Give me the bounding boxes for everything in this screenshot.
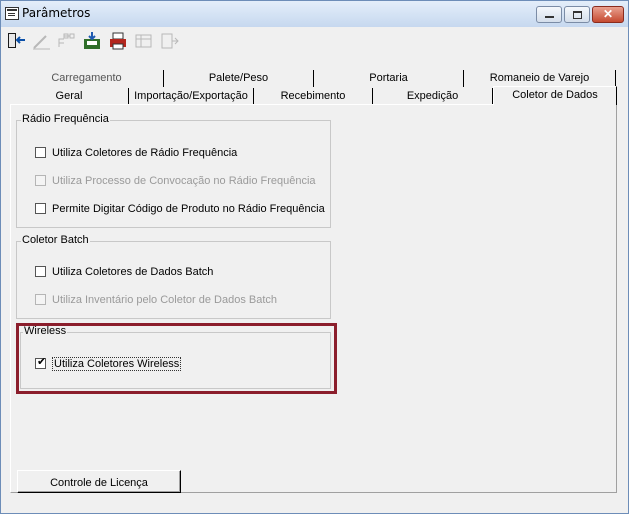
- group-radio-frequencia: Rádio Frequência Utiliza Coletores de Rá…: [16, 113, 331, 228]
- exit-door-icon[interactable]: [5, 30, 27, 52]
- tree-icon: [55, 30, 77, 52]
- tab-palete-peso[interactable]: Palete/Peso: [164, 70, 314, 87]
- checkbox-box: [35, 175, 46, 186]
- group-coletor-batch: Coletor Batch Utiliza Coletores de Dados…: [16, 234, 331, 319]
- tab-geral[interactable]: Geral: [10, 88, 129, 105]
- grid-settings-icon: [133, 30, 155, 52]
- checkbox-utiliza-coletores-batch[interactable]: Utiliza Coletores de Dados Batch: [35, 265, 213, 279]
- tab-importacao-exportacao[interactable]: Importação/Exportação: [129, 88, 254, 105]
- checkbox-permite-digitar-codigo[interactable]: Permite Digitar Código de Produto no Rád…: [35, 202, 325, 216]
- controle-de-licenca-button[interactable]: Controle de Licença: [17, 470, 181, 493]
- checkbox-label: Permite Digitar Código de Produto no Rád…: [52, 203, 325, 215]
- checkbox-utiliza-inventario-batch: Utiliza Inventário pelo Coletor de Dados…: [35, 293, 277, 307]
- parametros-window: Parâmetros ✕ Carregamento Palete/Peso Po…: [0, 0, 629, 514]
- tab-portaria[interactable]: Portaria: [314, 70, 464, 87]
- wireless-highlight-annotation: [16, 323, 337, 394]
- checkbox-label: Utiliza Coletores de Dados Batch: [52, 266, 214, 278]
- checkbox-utiliza-processo-convocacao: Utiliza Processo de Convocação no Rádio …: [35, 174, 316, 188]
- save-disk-icon[interactable]: [81, 30, 103, 52]
- checkbox-box[interactable]: [35, 266, 46, 277]
- edit-pencil-icon: [30, 30, 52, 52]
- tab-carregamento[interactable]: Carregamento: [10, 70, 164, 87]
- group-title-radio-frequencia: Rádio Frequência: [21, 113, 110, 125]
- tab-recebimento[interactable]: Recebimento: [254, 88, 373, 105]
- tab-romaneio-de-varejo[interactable]: Romaneio de Varejo: [464, 70, 616, 87]
- checkbox-label: Utiliza Processo de Convocação no Rádio …: [52, 175, 316, 187]
- tab-coletor-de-dados[interactable]: Coletor de Dados: [493, 86, 617, 105]
- window-app-icon[interactable]: [5, 7, 19, 20]
- minimize-button[interactable]: [536, 6, 562, 23]
- print-icon[interactable]: [107, 30, 129, 52]
- checkbox-box[interactable]: [35, 203, 46, 214]
- window-title: Parâmetros: [22, 6, 91, 20]
- checkbox-box[interactable]: [35, 147, 46, 158]
- export-icon: [158, 30, 180, 52]
- title-bar[interactable]: Parâmetros ✕: [1, 1, 628, 27]
- close-window-button[interactable]: ✕: [592, 6, 624, 23]
- checkbox-label: Utiliza Coletores de Rádio Frequência: [52, 147, 238, 159]
- checkbox-label: Utiliza Inventário pelo Coletor de Dados…: [52, 294, 278, 306]
- checkbox-utiliza-coletores-rf[interactable]: Utiliza Coletores de Rádio Frequência: [35, 146, 237, 160]
- group-title-coletor-batch: Coletor Batch: [21, 234, 90, 246]
- tab-expedicao[interactable]: Expedição: [373, 88, 493, 105]
- toolbar: [3, 28, 623, 60]
- checkbox-box: [35, 294, 46, 305]
- maximize-button[interactable]: [564, 6, 590, 23]
